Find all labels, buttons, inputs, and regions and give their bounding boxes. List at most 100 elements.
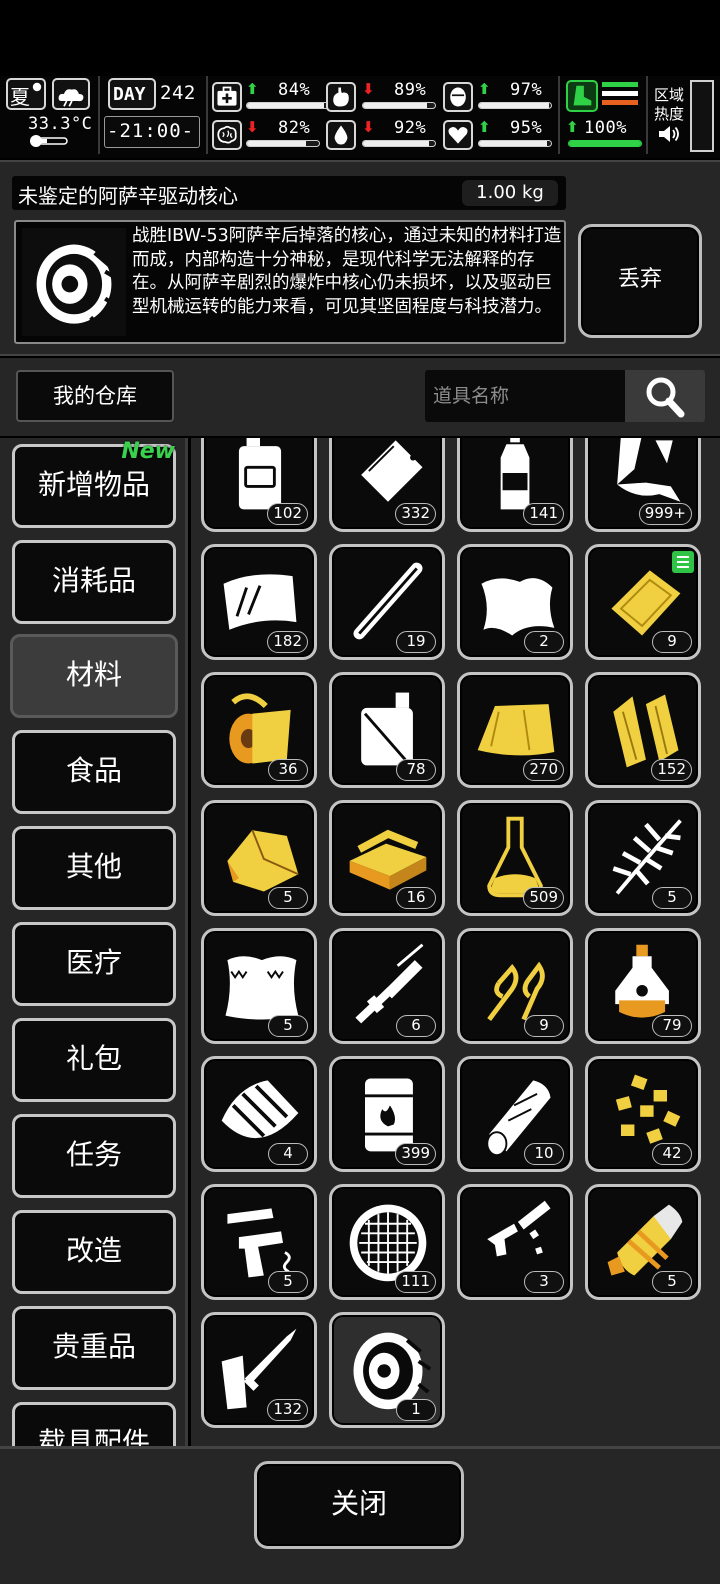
category-label: 载具配件 xyxy=(37,1426,150,1446)
category-food[interactable]: 食品 xyxy=(12,730,176,814)
category-consumables[interactable]: 消耗品 xyxy=(12,540,176,624)
category-sidebar[interactable]: 新增物品 New 消耗品 材料 食品 其他 医疗 礼包 任务 改造 贵重品 载具… xyxy=(0,438,188,1446)
item-count: 4 xyxy=(268,1143,308,1165)
warehouse-bar: 我的仓库 xyxy=(0,358,720,436)
item-count: 5 xyxy=(268,1015,308,1037)
category-other[interactable]: 其他 xyxy=(12,826,176,910)
item-slot[interactable]: 5 xyxy=(201,928,317,1044)
search-input[interactable] xyxy=(425,370,625,422)
thirst-trend-down-icon: ⬇ xyxy=(362,118,375,136)
item-slot[interactable]: 16 xyxy=(329,800,445,916)
head-icon xyxy=(443,82,473,112)
item-slot[interactable]: 332 xyxy=(329,438,445,532)
category-vehicle-parts[interactable]: 载具配件 xyxy=(12,1402,176,1446)
clock-time: -21:00- xyxy=(107,120,195,142)
clock-box: -21:00- xyxy=(104,116,200,148)
category-gift-packs[interactable]: 礼包 xyxy=(12,1018,176,1102)
item-slot[interactable]: 10 xyxy=(457,1056,573,1172)
divider xyxy=(646,76,648,154)
category-label: 任务 xyxy=(65,1138,122,1171)
close-button[interactable]: 关闭 xyxy=(254,1461,464,1549)
item-slot[interactable]: 1 xyxy=(329,1312,445,1428)
discard-button[interactable]: 丢弃 xyxy=(578,224,702,338)
brain-icon xyxy=(212,120,242,150)
item-slot[interactable]: 4 xyxy=(201,1056,317,1172)
temperature-readout: 33.3°C xyxy=(28,114,93,134)
item-count: 152 xyxy=(651,759,692,781)
stamina-bar xyxy=(568,140,642,147)
item-name-bar: 未鉴定的阿萨辛驱动核心 1.00 kg xyxy=(12,176,566,210)
item-grid[interactable]: 102 332 141 999+ 182 19 2 9 36 78 270 152 5 16 509 5 5 6 9… xyxy=(191,438,720,1446)
item-name: 未鉴定的阿萨辛驱动核心 xyxy=(18,184,238,208)
item-count: 5 xyxy=(268,887,308,909)
item-count: 10 xyxy=(524,1143,564,1165)
item-slot[interactable]: 9 xyxy=(457,928,573,1044)
item-slot[interactable]: 102 xyxy=(201,438,317,532)
drive-core-icon xyxy=(36,244,121,330)
mood-bar xyxy=(478,140,552,147)
item-slot[interactable]: 152 xyxy=(585,672,701,788)
zone-heat-label: 区域热度 xyxy=(654,86,685,123)
item-count: 5 xyxy=(652,1271,692,1293)
item-slot[interactable]: 78 xyxy=(329,672,445,788)
thirst-bar xyxy=(362,140,436,147)
item-count: 42 xyxy=(652,1143,692,1165)
item-slot[interactable]: 132 xyxy=(201,1312,317,1428)
thirst-value: 92% xyxy=(394,118,427,138)
item-slot[interactable]: 270 xyxy=(457,672,573,788)
item-slot[interactable]: 79 xyxy=(585,928,701,1044)
item-slot[interactable]: 141 xyxy=(457,438,573,532)
water-drop-icon xyxy=(326,120,356,150)
item-slot[interactable]: 5 xyxy=(201,1184,317,1300)
item-slot[interactable]: 111 xyxy=(329,1184,445,1300)
category-valuables[interactable]: 贵重品 xyxy=(12,1306,176,1390)
item-slot[interactable]: 399 xyxy=(329,1056,445,1172)
health-trend-up-icon: ⬆ xyxy=(246,80,259,98)
item-slot[interactable]: 5 xyxy=(201,800,317,916)
item-slot[interactable]: 3 xyxy=(457,1184,573,1300)
item-count: 182 xyxy=(267,631,308,653)
hunger-value: 89% xyxy=(394,80,427,100)
season-box: 夏 xyxy=(6,78,46,110)
item-slot[interactable]: 2 xyxy=(457,544,573,660)
item-description: 战胜IBW-53阿萨辛后掉落的核心，通过未知的材料打造而成，内部构造十分神秘，是… xyxy=(132,226,562,317)
item-slot[interactable]: 36 xyxy=(201,672,317,788)
category-label: 其他 xyxy=(65,850,122,883)
item-count: 332 xyxy=(395,503,436,525)
item-count: 2 xyxy=(524,631,564,653)
day-label: DAY xyxy=(113,84,146,105)
category-new-items[interactable]: 新增物品 New xyxy=(12,439,176,528)
item-slot[interactable]: 42 xyxy=(585,1056,701,1172)
category-medical[interactable]: 医疗 xyxy=(12,922,176,1006)
sun-icon xyxy=(32,82,42,92)
hunger-bar xyxy=(362,102,436,109)
item-slot[interactable]: 6 xyxy=(329,928,445,1044)
brain-bar xyxy=(246,140,320,147)
item-count: 1 xyxy=(396,1399,436,1421)
item-slot[interactable]: 19 xyxy=(329,544,445,660)
search-button[interactable] xyxy=(625,370,705,422)
item-count: 9 xyxy=(652,631,692,653)
health-value: 84% xyxy=(278,80,311,100)
speaker-icon[interactable] xyxy=(656,122,680,146)
item-slot[interactable]: 5 xyxy=(585,800,701,916)
item-detail-panel: 未鉴定的阿萨辛驱动核心 1.00 kg 战胜IBW-53阿萨辛后掉落的核心，通过… xyxy=(0,160,720,356)
item-slot[interactable]: 999+ xyxy=(585,438,701,532)
warehouse-title: 我的仓库 xyxy=(16,370,174,422)
search-icon xyxy=(646,377,685,418)
selected-item-icon xyxy=(22,228,126,336)
category-label: 消耗品 xyxy=(51,564,136,597)
item-count: 509 xyxy=(523,887,564,909)
item-slot[interactable]: 182 xyxy=(201,544,317,660)
category-modification[interactable]: 改造 xyxy=(12,1210,176,1294)
item-slot[interactable]: 5 xyxy=(585,1184,701,1300)
new-badge: New xyxy=(121,439,175,464)
category-materials[interactable]: 材料 xyxy=(10,634,178,718)
item-slot[interactable]: 509 xyxy=(457,800,573,916)
category-label: 改造 xyxy=(65,1234,122,1267)
item-slot[interactable]: 9 xyxy=(585,544,701,660)
category-label: 材料 xyxy=(65,658,122,691)
category-quests[interactable]: 任务 xyxy=(12,1114,176,1198)
stomach-icon xyxy=(326,82,356,112)
divider xyxy=(558,76,560,154)
